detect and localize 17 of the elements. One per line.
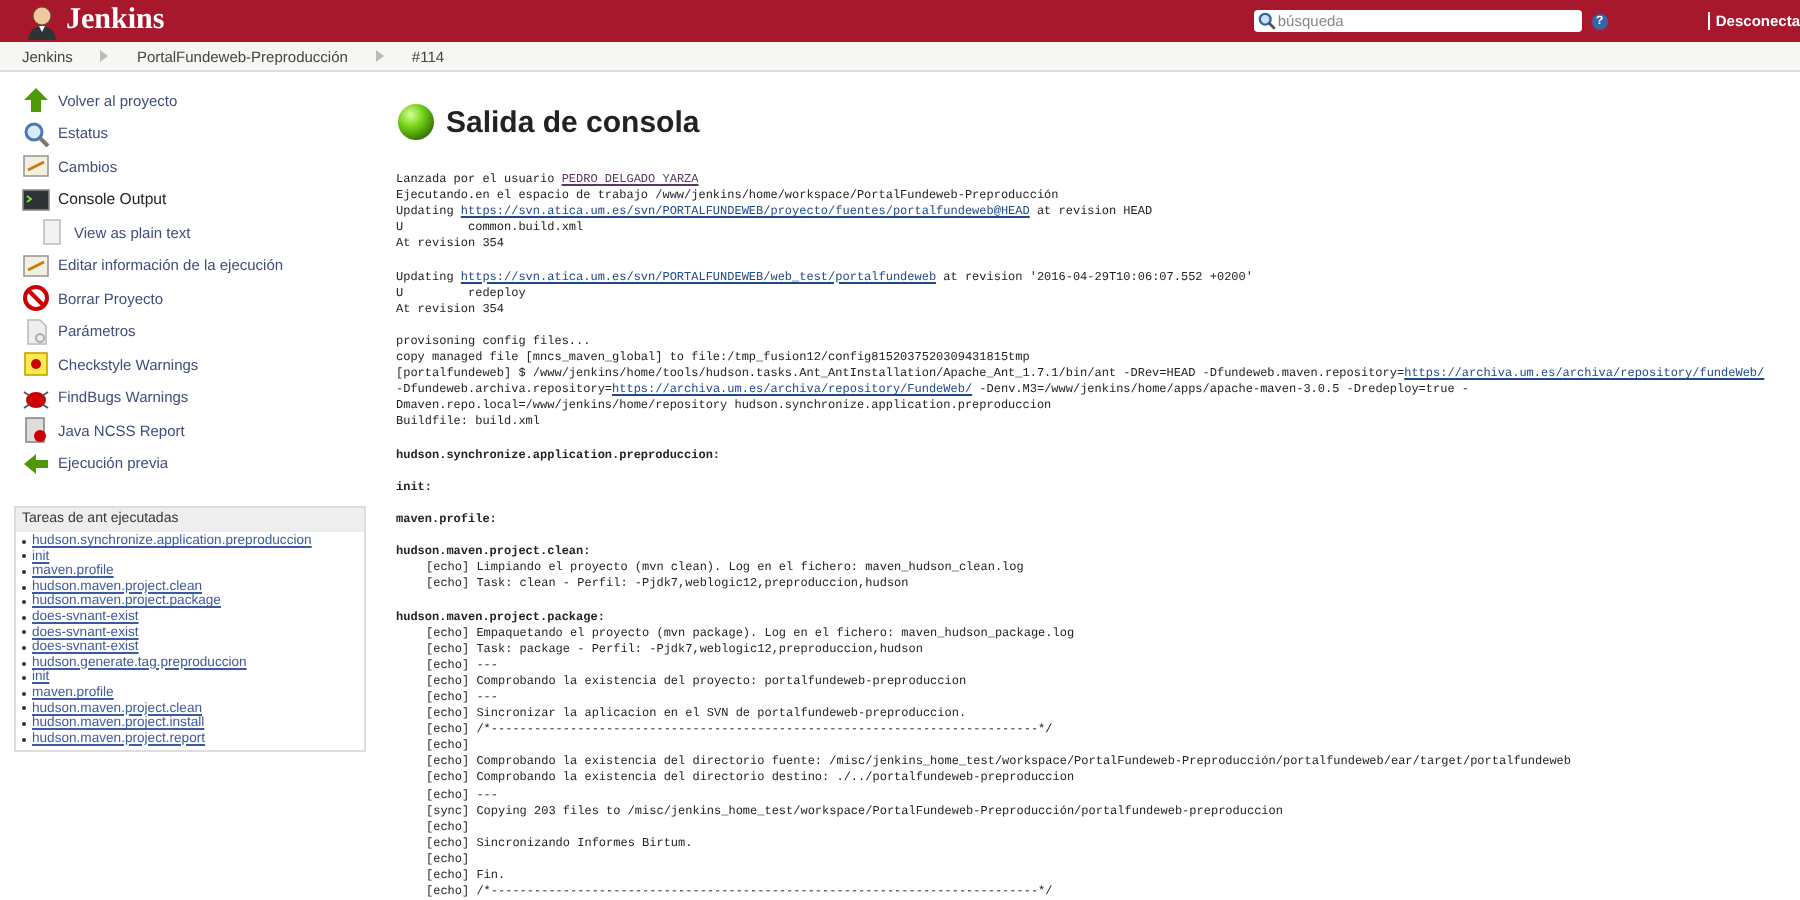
- page-title: Salida de consola: [446, 105, 700, 139]
- document-icon: [22, 317, 50, 346]
- prohibited-icon: [22, 284, 50, 313]
- brand-title[interactable]: Jenkins: [66, 4, 165, 38]
- report-icon: [22, 416, 50, 445]
- warning-note-icon: [22, 350, 50, 379]
- chevron-icon: [375, 50, 384, 62]
- search-icon: [1257, 12, 1276, 30]
- left-arrow-icon: [22, 449, 50, 478]
- notepad-icon: [22, 251, 50, 280]
- notepad-icon: [22, 152, 50, 181]
- up-arrow-icon: [22, 86, 50, 115]
- document-icon: [38, 218, 66, 247]
- magnifier-icon: [22, 119, 50, 148]
- chevron-icon: [100, 50, 109, 62]
- status-ball-icon: [396, 102, 436, 142]
- terminal-icon: [22, 185, 50, 214]
